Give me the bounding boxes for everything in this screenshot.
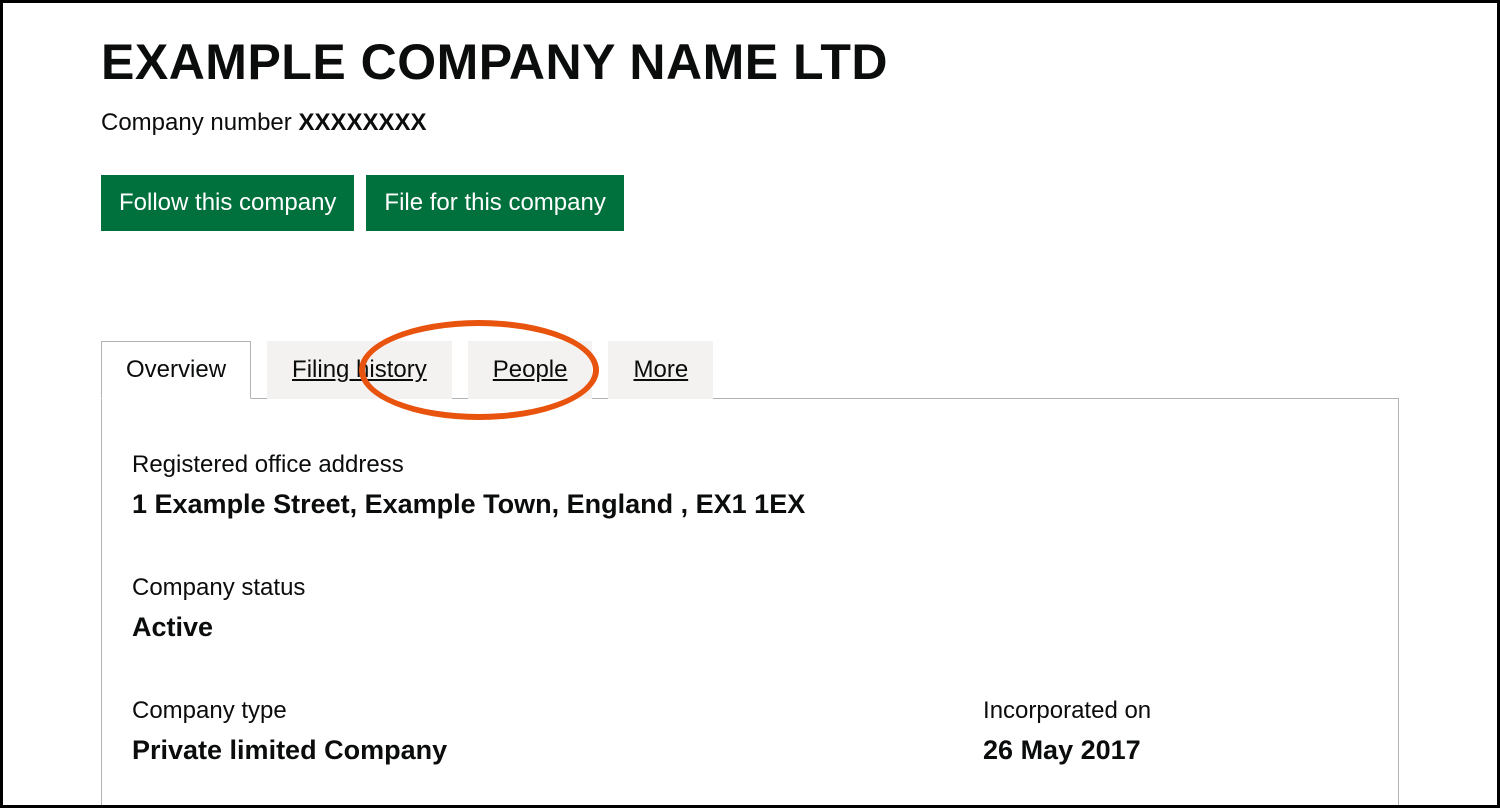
status-value: Active [132,612,1368,643]
company-name-heading: EXAMPLE COMPANY NAME LTD [101,33,1399,91]
overview-panel: Registered office address 1 Example Stre… [101,398,1399,807]
company-number-label: Company number [101,109,298,136]
page-frame: EXAMPLE COMPANY NAME LTD Company number … [0,0,1500,808]
incorporated-value: 26 May 2017 [983,735,1368,766]
tab-filing-history[interactable]: Filing history [267,341,452,399]
company-number-value: XXXXXXXX [298,109,426,136]
incorporated-column: Incorporated on 26 May 2017 [983,697,1368,766]
status-label: Company status [132,574,1368,602]
file-company-button[interactable]: File for this company [366,175,623,231]
two-column-row: Company type Private limited Company Inc… [132,697,1368,766]
type-column: Company type Private limited Company [132,697,923,766]
type-label: Company type [132,697,923,725]
address-label: Registered office address [132,451,1368,479]
tabs-container: Overview Filing history People More Regi… [101,341,1399,807]
tab-overview[interactable]: Overview [101,341,251,399]
type-value: Private limited Company [132,735,923,766]
incorporated-label: Incorporated on [983,697,1368,725]
tab-people[interactable]: People [468,341,593,399]
tab-list: Overview Filing history People More [101,341,1399,399]
address-value: 1 Example Street, Example Town, England … [132,489,1368,520]
tab-more[interactable]: More [608,341,713,399]
action-button-row: Follow this company File for this compan… [101,175,1399,231]
company-number-line: Company number XXXXXXXX [101,109,1399,137]
follow-company-button[interactable]: Follow this company [101,175,354,231]
